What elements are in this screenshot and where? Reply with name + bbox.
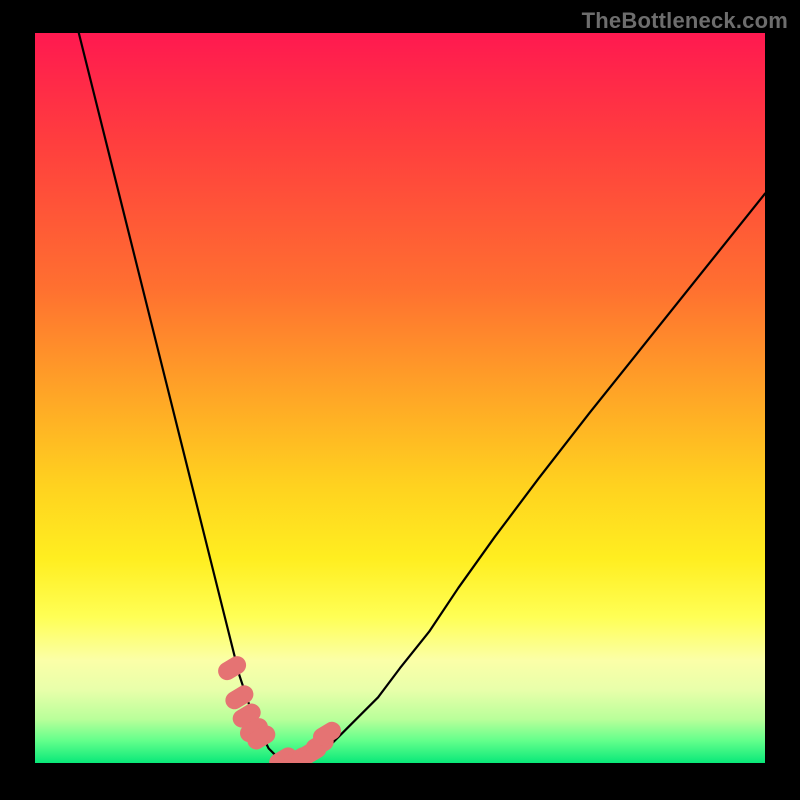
curve-svg [35, 33, 765, 763]
marker-dot [227, 665, 237, 671]
bottleneck-curve [79, 33, 765, 763]
marker-cluster [227, 665, 332, 762]
plot-area [35, 33, 765, 763]
marker-dot [322, 731, 332, 737]
marker-dot [234, 694, 244, 700]
watermark-text: TheBottleneck.com [582, 8, 788, 34]
marker-dot [256, 734, 266, 740]
marker-dot [242, 713, 252, 719]
chart-frame: TheBottleneck.com [0, 0, 800, 800]
